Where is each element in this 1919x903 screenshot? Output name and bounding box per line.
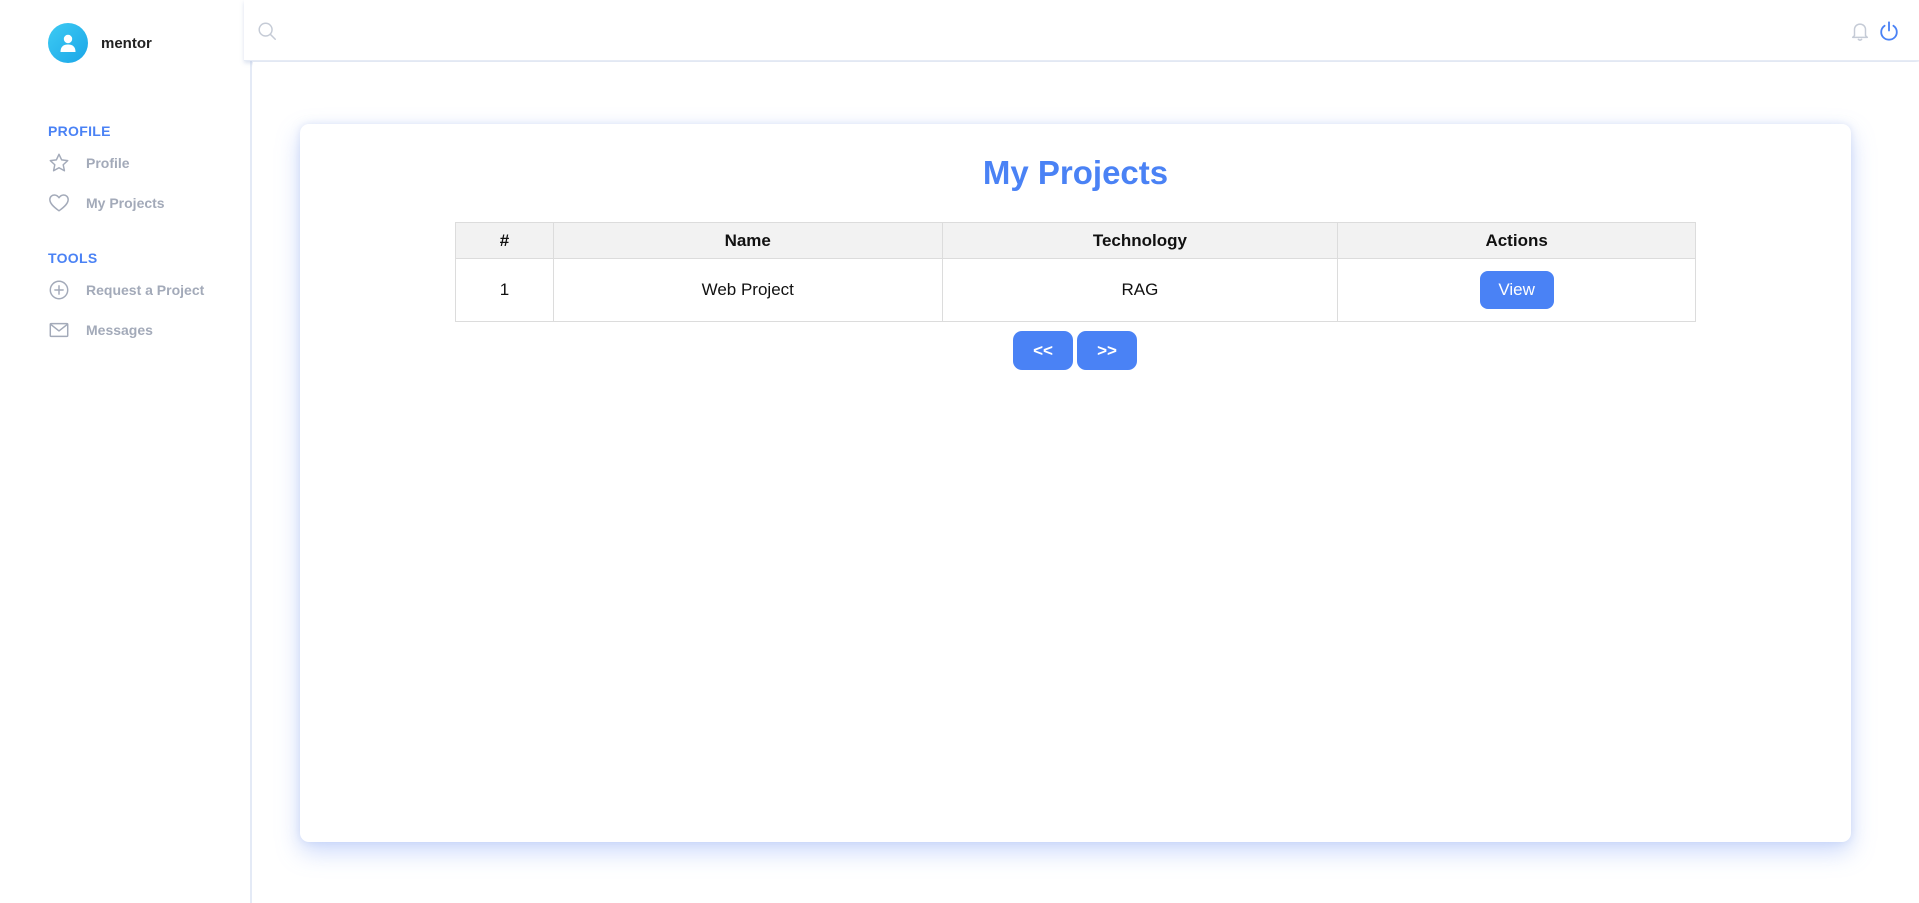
sidebar-item-request-project[interactable]: Request a Project (48, 279, 204, 301)
sidebar-item-messages[interactable]: Messages (48, 319, 153, 341)
top-bar (244, 0, 1919, 61)
column-header-name: Name (552, 222, 943, 259)
table-row: 1 Web Project RAG View (455, 258, 1696, 322)
plus-circle-icon (48, 279, 70, 301)
column-header-actions: Actions (1337, 222, 1696, 259)
sidebar-item-label: Profile (86, 155, 130, 171)
next-page-button[interactable]: >> (1077, 331, 1137, 370)
cell-actions: View (1337, 258, 1696, 322)
user-info[interactable]: mentor (48, 23, 152, 63)
search-icon[interactable] (256, 20, 278, 47)
pagination: << >> (1013, 331, 1137, 370)
column-header-technology: Technology (941, 222, 1339, 259)
sidebar-item-my-projects[interactable]: My Projects (48, 192, 165, 214)
cell-technology: RAG (941, 258, 1339, 322)
username: mentor (101, 34, 152, 52)
section-title-tools: TOOLS (48, 250, 98, 266)
projects-table: # Name Technology Actions 1 Web Project … (455, 222, 1696, 322)
cell-name: Web Project (552, 258, 943, 322)
sidebar-item-label: My Projects (86, 195, 165, 211)
sidebar-item-label: Request a Project (86, 282, 205, 298)
avatar[interactable] (48, 23, 88, 63)
page-title: My Projects (982, 154, 1169, 191)
user-icon (60, 34, 76, 52)
prev-page-button[interactable]: << (1013, 331, 1073, 370)
sidebar-item-label: Messages (86, 322, 153, 338)
mail-icon (48, 319, 70, 341)
star-icon (48, 152, 70, 174)
heart-icon (48, 192, 70, 214)
sidebar: mentor PROFILE Profile My Projects TOOLS… (0, 0, 252, 903)
bell-icon[interactable] (1849, 20, 1871, 47)
projects-card: My Projects # Name Technology Actions 1 … (300, 124, 1851, 842)
power-icon[interactable] (1878, 20, 1900, 47)
column-header-index: # (455, 222, 554, 259)
cell-index: 1 (455, 258, 554, 322)
section-title-profile: PROFILE (48, 123, 111, 139)
sidebar-item-profile[interactable]: Profile (48, 152, 130, 174)
view-button[interactable]: View (1479, 271, 1554, 309)
table-header-row: # Name Technology Actions (455, 222, 1696, 259)
